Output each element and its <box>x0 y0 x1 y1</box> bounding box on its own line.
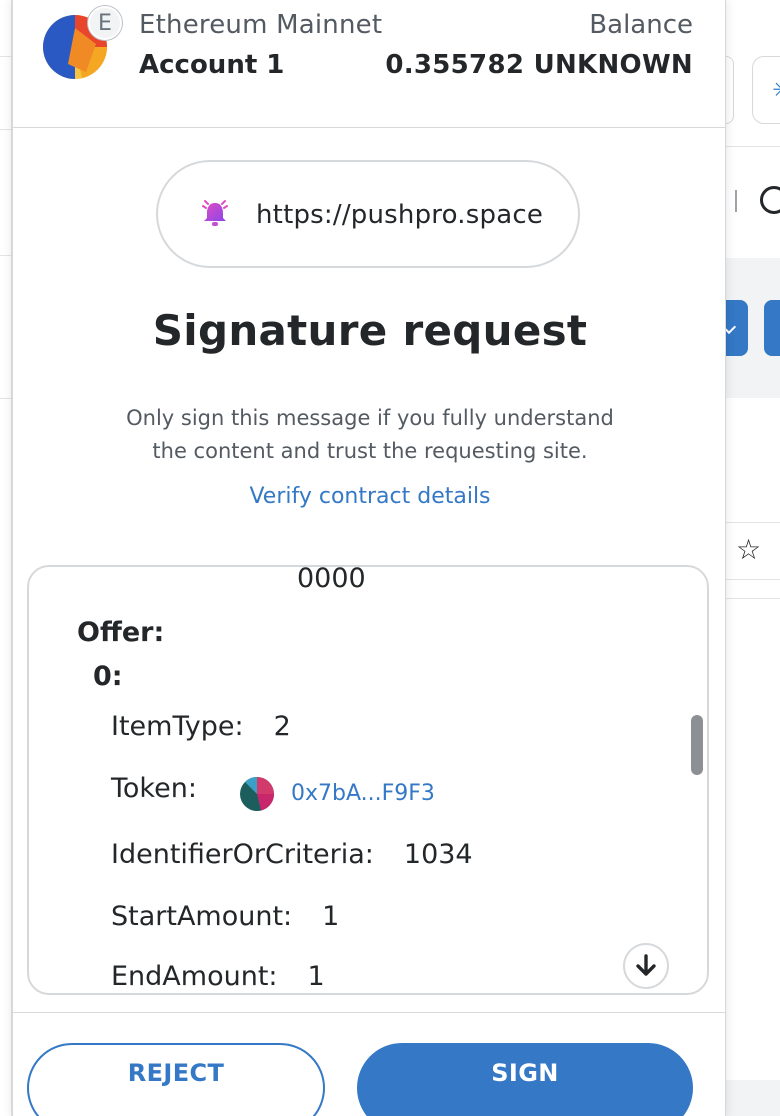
balance-value: 0.355782 UNKNOWN <box>385 50 693 80</box>
row-token: Token: <box>111 773 227 804</box>
sparkle-icon: ✳ <box>772 76 780 104</box>
network-e-icon: E <box>88 6 122 40</box>
row-key: EndAmount: <box>111 961 278 992</box>
sign-warning: Only sign this message if you fully unde… <box>73 402 667 468</box>
footer-divider <box>13 1012 725 1013</box>
previous-value: 0000 <box>297 565 366 594</box>
row-start-amount: StartAmount: 1 <box>111 901 339 932</box>
background-button <box>764 300 780 356</box>
scrollbar-thumb[interactable] <box>691 715 703 775</box>
row-key: Token: <box>111 773 197 804</box>
token-identicon <box>240 777 274 811</box>
account-name: Account 1 <box>139 50 285 80</box>
origin-pill: https://pushpro.space <box>156 160 580 268</box>
bell-icon <box>202 200 228 226</box>
arrow-down-icon <box>636 954 656 976</box>
row-end-amount: EndAmount: 1 <box>111 961 325 992</box>
avatar-icon <box>760 186 780 214</box>
row-value: 1034 <box>403 839 473 870</box>
token-address-link[interactable]: 0x7bA...F9F3 <box>291 781 435 806</box>
page-title: Signature request <box>152 306 588 355</box>
row-value: 2 <box>273 711 291 742</box>
sign-warning-line-1: Only sign this message if you fully unde… <box>126 406 614 430</box>
scroll-down-button[interactable] <box>623 943 669 989</box>
row-key: ItemType: <box>111 711 244 742</box>
sign-button[interactable]: SIGN <box>357 1043 693 1116</box>
row-identifier: IdentifierOrCriteria: 1034 <box>111 839 473 870</box>
row-key: StartAmount: <box>111 901 293 932</box>
row-value: 1 <box>322 901 340 932</box>
verify-contract-link[interactable]: Verify contract details <box>13 484 725 509</box>
sign-warning-line-2: the content and trust the requesting sit… <box>152 439 588 463</box>
row-item-type: ItemType: 2 <box>111 711 291 742</box>
signature-request-popup: E Ethereum Mainnet Account 1 Balance 0.3… <box>12 0 726 1116</box>
reject-button[interactable]: REJECT <box>27 1043 325 1116</box>
offer-index-label: 0: <box>93 661 123 692</box>
account-header: E Ethereum Mainnet Account 1 Balance 0.3… <box>13 0 725 128</box>
background-left-edge <box>0 0 12 1116</box>
row-key: IdentifierOrCriteria: <box>111 839 374 870</box>
message-content[interactable]: 0000 Offer: 0: ItemType: 2 Token: 0x7bA..… <box>27 565 709 995</box>
star-icon: ☆ <box>736 533 762 566</box>
balance-label: Balance <box>589 10 693 40</box>
offer-label: Offer: <box>77 617 165 648</box>
background-right-edge: ✳ ☆ <box>720 0 780 1116</box>
network-name[interactable]: Ethereum Mainnet <box>139 10 382 40</box>
row-value: 1 <box>307 961 325 992</box>
origin-url: https://pushpro.space <box>256 200 544 230</box>
